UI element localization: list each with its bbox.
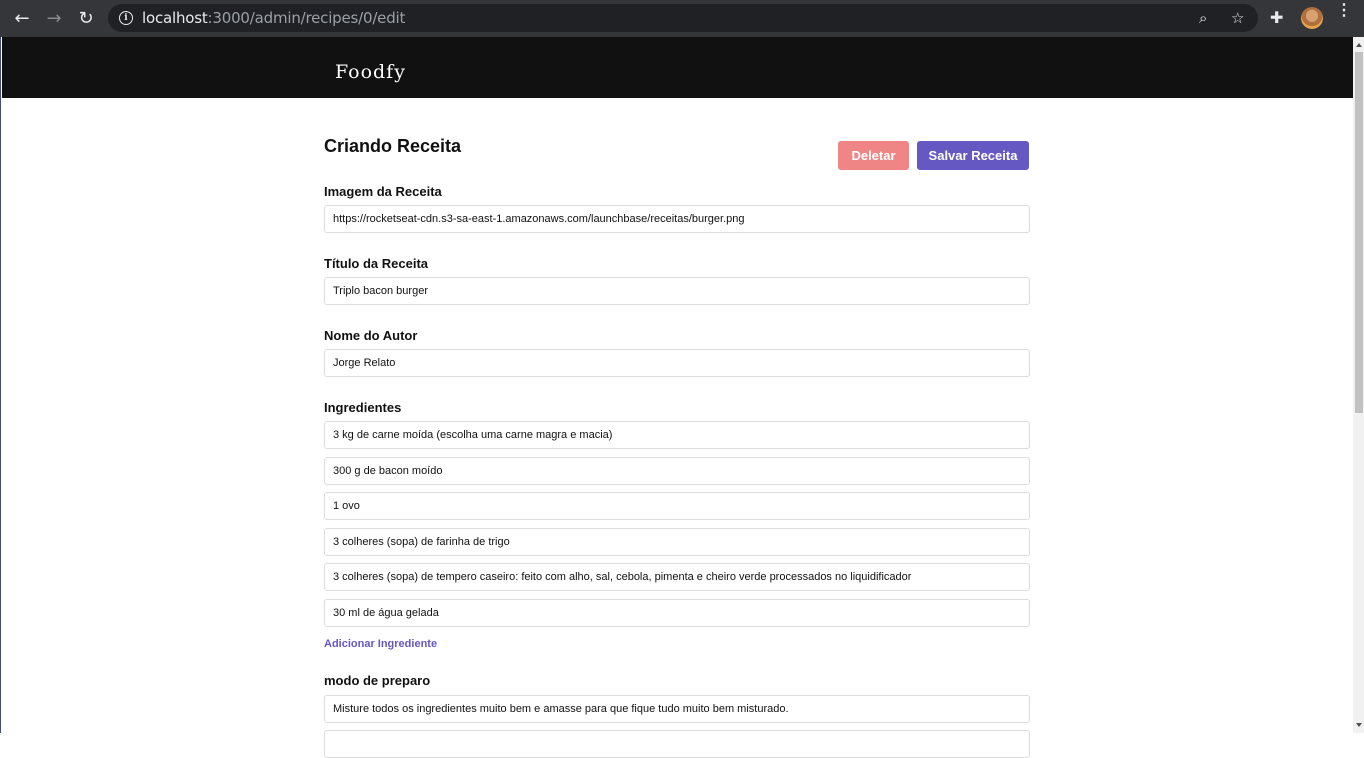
page-viewport: Foodfy Criando Receita Deletar Salvar Re… — [0, 37, 1364, 758]
preparation-step-input[interactable]: Misture todos os ingredientes muito bem … — [324, 695, 1030, 723]
author-label: Nome do Autor — [324, 328, 418, 343]
zoom-icon[interactable]: ⌕ — [1199, 9, 1207, 27]
recipe-title-input[interactable]: Triplo bacon burger — [324, 277, 1030, 305]
recipe-title-label: Título da Receita — [324, 256, 429, 271]
ingredients-label: Ingredientes — [324, 400, 402, 415]
page-scrollbar[interactable] — [1353, 37, 1364, 733]
ingredient-input[interactable]: 3 colheres (sopa) de farinha de trigo — [324, 528, 1030, 556]
foodfy-logo[interactable]: Foodfy — [335, 61, 406, 83]
scroll-up-arrow-icon[interactable] — [1356, 43, 1362, 47]
scroll-down-arrow-icon[interactable] — [1356, 723, 1362, 727]
back-arrow-icon[interactable]: ← — [9, 6, 35, 30]
browser-menu-icon[interactable]: ⋮ — [1336, 3, 1352, 19]
delete-button[interactable]: Deletar — [838, 141, 909, 170]
bookmark-star-icon[interactable]: ☆ — [1231, 9, 1244, 27]
url-host: localhost — [142, 9, 208, 27]
preparation-step-input[interactable] — [324, 730, 1030, 758]
address-bar[interactable]: i localhost:3000/admin/recipes/0/edit ⌕ … — [108, 4, 1258, 32]
url-path: :3000/admin/recipes/0/edit — [207, 9, 406, 27]
ingredient-input[interactable]: 3 colheres (sopa) de tempero caseiro: fe… — [324, 563, 1030, 591]
save-recipe-button[interactable]: Salvar Receita — [917, 141, 1029, 170]
image-url-input[interactable]: https://rocketseat-cdn.s3-sa-east-1.amaz… — [324, 205, 1030, 233]
profile-avatar[interactable] — [1301, 7, 1323, 29]
extensions-puzzle-icon[interactable]: ✚ — [1270, 8, 1288, 27]
browser-toolbar: ← → ↻ i localhost:3000/admin/recipes/0/e… — [0, 0, 1364, 37]
forward-arrow-icon[interactable]: → — [41, 6, 67, 30]
site-header: Foodfy — [2, 37, 1353, 98]
reload-icon[interactable]: ↻ — [73, 6, 99, 30]
ingredient-input[interactable]: 300 g de bacon moído — [324, 457, 1030, 485]
ingredient-input[interactable]: 30 ml de água gelada — [324, 599, 1030, 627]
author-input[interactable]: Jorge Relato — [324, 349, 1030, 377]
scrollbar-thumb[interactable] — [1355, 52, 1363, 413]
url-text[interactable]: localhost:3000/admin/recipes/0/edit — [142, 9, 405, 27]
add-ingredient-link[interactable]: Adicionar Ingrediente — [324, 638, 437, 650]
image-label: Imagem da Receita — [324, 184, 442, 199]
preparation-label: modo de preparo — [324, 673, 431, 688]
ingredient-input[interactable]: 3 kg de carne moída (escolha uma carne m… — [324, 421, 1030, 449]
ingredient-input[interactable]: 1 ovo — [324, 492, 1030, 520]
site-info-icon[interactable]: i — [119, 11, 133, 25]
page-title: Criando Receita — [324, 136, 462, 156]
